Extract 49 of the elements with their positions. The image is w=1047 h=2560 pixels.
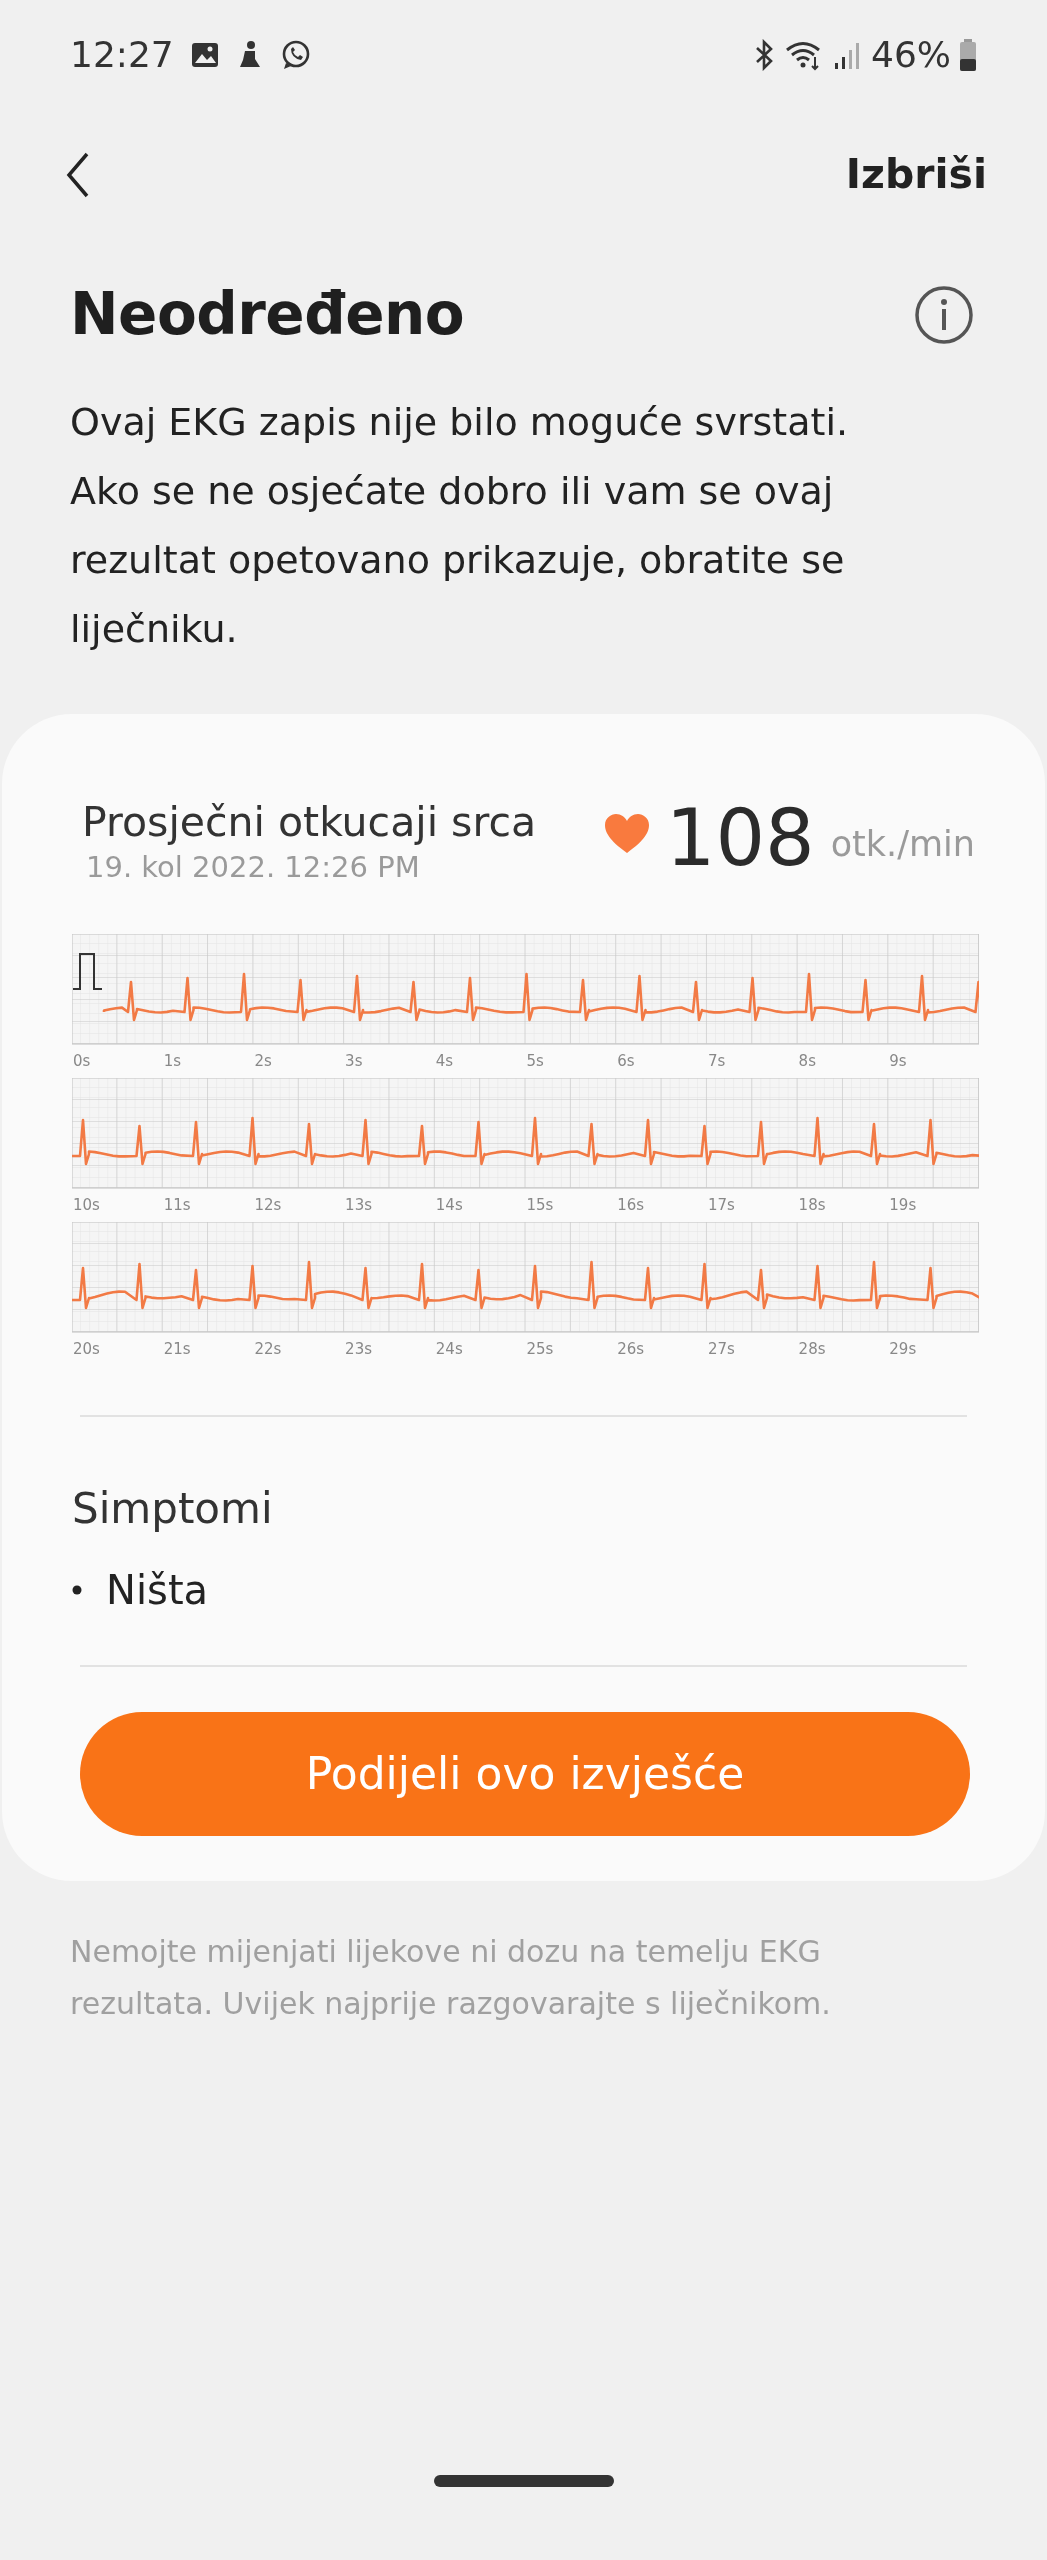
symptoms-title: Simptomi	[71, 1483, 274, 1536]
time-label: 27s	[707, 1340, 735, 1359]
time-label: 25s	[526, 1340, 554, 1359]
time-label: 1s	[163, 1052, 182, 1071]
heart-icon	[603, 812, 650, 855]
gallery-icon	[189, 40, 220, 70]
time-label: 6s	[617, 1052, 635, 1071]
time-label: 18s	[798, 1196, 826, 1215]
result-title: Neodređeno	[70, 280, 465, 350]
time-label: 26s	[617, 1340, 645, 1359]
time-label: 14s	[435, 1196, 463, 1215]
time-label: 8s	[798, 1052, 816, 1071]
time-label: 9s	[889, 1052, 907, 1071]
time-label: 13s	[345, 1196, 372, 1215]
info-icon[interactable]	[913, 283, 975, 346]
battery-icon	[959, 38, 977, 72]
result-description: Ovaj EKG zapis nije bilo moguće svrstati. Ako se ne osjećate dobro ili vam se ovaj rezultat opetovano prikazuje, obratite se liječniku.	[70, 398, 850, 653]
time-label: 16s	[617, 1196, 645, 1215]
time-label: 12s	[254, 1196, 282, 1215]
time-label: 15s	[526, 1196, 554, 1215]
heart-rate-value: 108	[665, 798, 815, 877]
time-label: 17s	[707, 1196, 735, 1215]
time-label: 7s	[707, 1052, 726, 1071]
calibration-pulse	[72, 953, 103, 991]
time-label: 2s	[254, 1052, 272, 1071]
home-handle[interactable]	[433, 2475, 614, 2488]
status-time: 12:27	[70, 33, 174, 77]
time-label: 10s	[73, 1196, 100, 1215]
battery-percent: 46%	[871, 33, 951, 77]
time-label: 24s	[435, 1340, 463, 1359]
heart-rate-unit: otk./min	[830, 823, 975, 867]
time-label: 28s	[798, 1340, 826, 1359]
delete-button[interactable]: Izbriši	[845, 144, 987, 206]
time-label: 0s	[73, 1052, 91, 1071]
heart-rate-label: Prosječni otkucaji srca	[82, 798, 537, 846]
time-label: 3s	[345, 1052, 363, 1071]
disclaimer: Nemojte mijenjati lijekove ni dozu na temelju EKG rezultata. Uvijek najprije razgovarajte s liječnikom.	[69, 1933, 832, 2024]
time-label: 22s	[254, 1340, 282, 1359]
timestamp: 19. kol 2022. 12:26 PM	[86, 848, 421, 886]
time-label: 5s	[526, 1052, 544, 1071]
time-label: 4s	[435, 1052, 454, 1071]
time-label: 19s	[889, 1196, 917, 1215]
time-label: 21s	[163, 1340, 191, 1359]
time-label: 20s	[73, 1340, 100, 1359]
bullet-icon	[72, 1585, 82, 1596]
time-label: 29s	[889, 1340, 917, 1359]
time-label: 23s	[345, 1340, 372, 1359]
symptom-item: Ništa	[106, 1566, 209, 1616]
time-label: 11s	[163, 1196, 191, 1215]
